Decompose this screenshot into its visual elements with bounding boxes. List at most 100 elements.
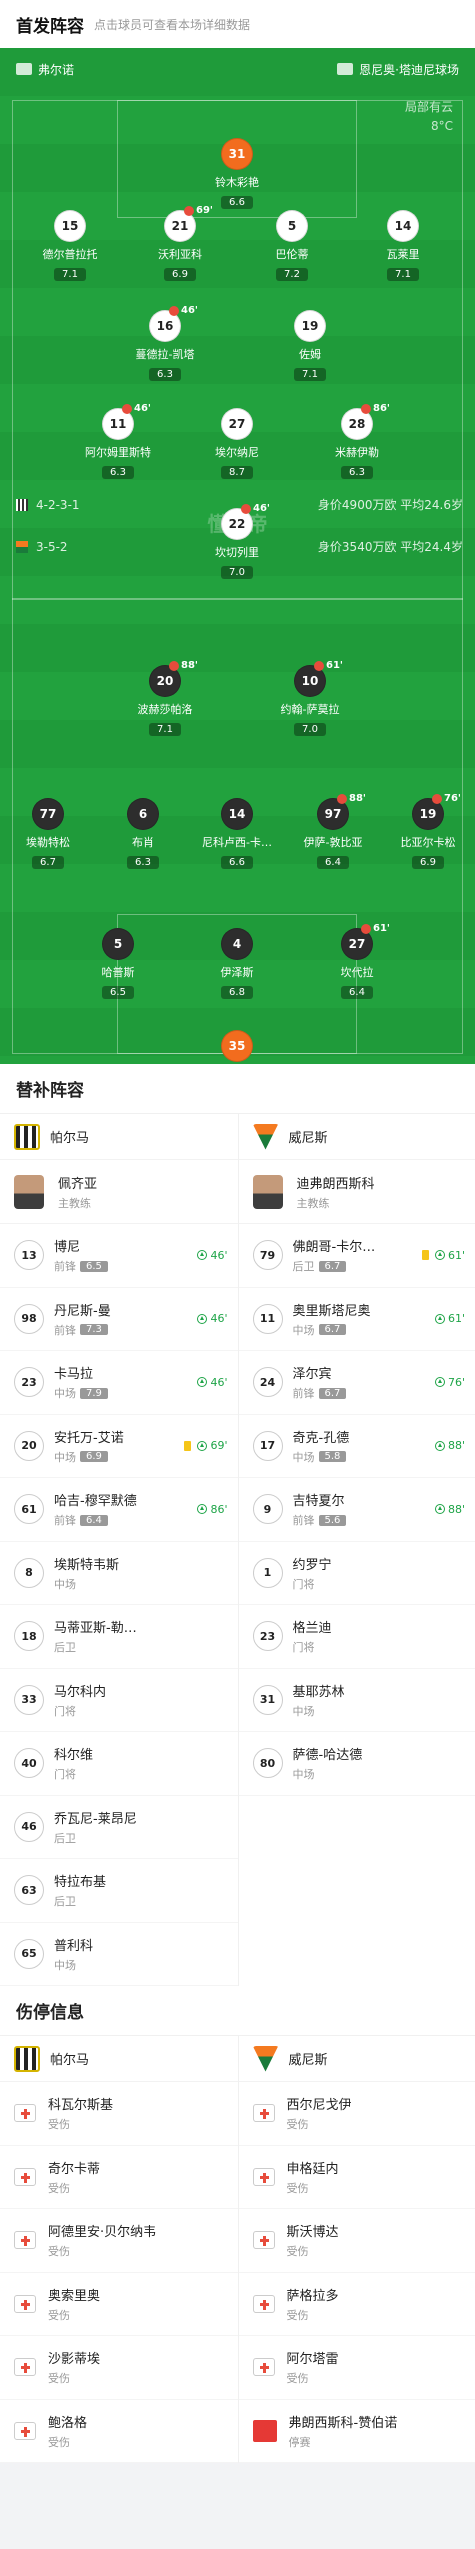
home-player-1[interactable]: 15 德尔普拉托 7.1 [15, 210, 125, 281]
home-coach[interactable]: 佩齐亚 主教练 [0, 1160, 238, 1224]
sub-player-meta: 后卫 6.7 [293, 1258, 422, 1274]
sub-player-row[interactable]: 23 格兰迪 门将 [238, 1605, 475, 1669]
venezia-mini-crest-icon [16, 541, 28, 553]
sub-player-info: 奇克-孔德 中场 5.8 [293, 1427, 435, 1465]
away-player-7[interactable]: 5 哈普斯 6.5 [63, 928, 173, 999]
away-player-0[interactable]: 20 88' 波赫莎帕洛 7.1 [110, 660, 220, 736]
sub-player-row[interactable]: 23 卡马拉 中场 7.9 46' [0, 1351, 238, 1415]
home-player-2[interactable]: 21 69' 沃利亚科 6.9 [125, 205, 235, 281]
player-number: 28 86' [341, 403, 390, 440]
sub-player-row[interactable]: 1 约罗宁 门将 [238, 1542, 475, 1605]
sub-player-name: 博尼 [54, 1240, 81, 1256]
injury-row[interactable]: 阿尔塔雷 受伤 [238, 2336, 475, 2400]
away-player-6[interactable]: 19 76' 比亚尔卡松 6.9 [373, 793, 475, 869]
home-player-0[interactable]: 31 铃木彩艳 6.6 [182, 138, 292, 209]
player-number: 35 [221, 1030, 253, 1062]
sub-player-number: 65 [14, 1938, 44, 1969]
sub-off-badge: 88' [169, 660, 198, 671]
away-player-5[interactable]: 97 88' 伊萨-敦比亚 6.4 [278, 793, 388, 869]
sub-player-position: 门将 [54, 1704, 76, 1718]
injury-row[interactable]: 奥索里奥 受伤 [0, 2273, 238, 2336]
sub-player-score: 5.6 [318, 1514, 347, 1526]
sub-player-name: 特拉布基 [54, 1875, 107, 1891]
sub-player-score: 6.7 [318, 1260, 347, 1272]
sub-time: 46' [253, 503, 270, 514]
injury-row[interactable]: 斯沃博达 受伤 [238, 2209, 475, 2273]
sub-player-row[interactable]: 65 普利科 中场 [0, 1923, 238, 1986]
home-player-6[interactable]: 19 佐姆 7.1 [255, 310, 365, 381]
home-player-10[interactable]: 22 46' 坎切列里 7.0 [182, 503, 292, 579]
home-player-5[interactable]: 16 46' 蔓德拉-凯塔 6.3 [110, 305, 220, 381]
sub-in-icon [197, 1504, 208, 1515]
lineup-title: 首发阵容 [16, 16, 84, 37]
sub-player-row[interactable]: 31 基耶苏林 中场 [238, 1669, 475, 1732]
sub-player-row[interactable]: 18 马蒂亚斯-勒… 后卫 [0, 1605, 238, 1669]
sub-player-row[interactable]: 17 奇克-孔德 中场 5.8 88' [238, 1415, 475, 1478]
injury-row[interactable]: 科瓦尔斯基 受伤 [0, 2082, 238, 2146]
sub-off-badge: 61' [314, 660, 343, 671]
sub-out-icon [241, 503, 252, 514]
sub-player-row[interactable]: 8 埃斯特韦斯 中场 [0, 1542, 238, 1605]
sub-out-icon [337, 793, 348, 804]
injury-info: 萨格拉多 受伤 [287, 2285, 339, 2323]
player-rating: 6.8 [221, 986, 253, 999]
sub-player-row[interactable]: 79 佛朗哥-卡尔… 后卫 6.7 61' [238, 1224, 475, 1288]
player-number: 20 88' [149, 660, 198, 697]
away-player-4[interactable]: 14 尼科卢西-卡… 6.6 [182, 798, 292, 869]
sub-player-name: 乔瓦尼-莱昂尼 [54, 1811, 137, 1827]
injury-row[interactable]: 阿德里安·贝尔纳韦 受伤 [0, 2209, 238, 2273]
sub-out-icon [361, 403, 372, 414]
away-player-1[interactable]: 10 61' 约翰-萨莫拉 7.0 [255, 660, 365, 736]
away-player-10[interactable]: 35菲利普·斯坦…8.4 [182, 1030, 292, 1064]
sub-player-row[interactable]: 20 安托万-艾诺 中场 6.9 69' [0, 1415, 238, 1478]
injury-row[interactable]: 沙影蒂埃 受伤 [0, 2336, 238, 2400]
lineup-hint: 点击球员可查看本场详细数据 [94, 17, 251, 32]
injury-row[interactable]: 申格廷内 受伤 [238, 2146, 475, 2209]
home-player-4[interactable]: 14 瓦莱里 7.1 [348, 210, 458, 281]
injury-row[interactable]: 萨格拉多 受伤 [238, 2273, 475, 2336]
away-coach[interactable]: 迪弗朗西斯科 主教练 [238, 1160, 475, 1224]
sub-time: 46' [181, 305, 198, 316]
sub-player-row[interactable]: 13 博尼 前锋 6.5 46' [0, 1224, 238, 1288]
sub-off-badge: 46' [169, 305, 198, 316]
sub-player-row[interactable]: 46 乔瓦尼-莱昂尼 后卫 [0, 1796, 238, 1859]
sub-player-score: 5.8 [318, 1451, 347, 1463]
parma-crest-icon [14, 2045, 40, 2072]
home-player-9[interactable]: 28 86' 米赫伊勒 6.3 [302, 403, 412, 479]
sub-player-name: 丹尼斯-曼 [54, 1303, 111, 1319]
halfway-line [12, 598, 463, 600]
injury-player-name: 西尔尼戈伊 [286, 2098, 352, 2114]
sub-player-row[interactable]: 24 泽尔宾 前锋 6.7 76' [238, 1351, 475, 1415]
medical-kit-icon [14, 2358, 36, 2377]
sub-player-info: 博尼 前锋 6.5 [54, 1236, 197, 1274]
injury-row[interactable]: 西尔尼戈伊 受伤 [238, 2082, 475, 2146]
sub-player-name: 奥里斯塔尼奥 [292, 1303, 371, 1319]
medical-kit-icon [14, 2231, 36, 2250]
yellow-card-icon [184, 1440, 192, 1451]
sub-off-badge: 88' [337, 793, 366, 804]
sub-player-row[interactable]: 40 科尔维 门将 [0, 1732, 238, 1796]
sub-player-position: 后卫 [292, 1260, 315, 1274]
injury-row[interactable]: 奇尔卡蒂 受伤 [0, 2146, 238, 2209]
home-player-8[interactable]: 27 埃尔纳尼 8.7 [182, 408, 292, 479]
sub-in-time: 61' [434, 1249, 465, 1262]
sub-player-score: 7.3 [80, 1324, 108, 1336]
injury-row[interactable]: 弗朗西斯科-赞伯诺 停赛 [238, 2400, 475, 2463]
away-player-9[interactable]: 27 61' 坎代拉 6.4 [302, 923, 412, 999]
away-player-8[interactable]: 4 伊泽斯 6.8 [182, 928, 292, 999]
sub-player-row[interactable]: 9 吉特夏尔 前锋 5.6 88' [238, 1478, 475, 1542]
sub-in-time-label: 88' [447, 1439, 465, 1453]
sub-player-row[interactable]: 80 萨德-哈达德 中场 [238, 1732, 475, 1796]
home-player-7[interactable]: 11 46' 阿尔姆里斯特 6.3 [63, 403, 173, 479]
sub-player-row[interactable]: 11 奥里斯塔尼奥 中场 6.7 61' [238, 1288, 475, 1351]
injury-home-team-name: 帕尔马 [50, 2053, 90, 2068]
sub-player-row[interactable]: 63 特拉布基 后卫 [0, 1859, 238, 1923]
sub-player-row[interactable]: 98 丹尼斯-曼 前锋 7.3 46' [0, 1288, 238, 1351]
player-number: 5 [102, 928, 134, 960]
home-player-3[interactable]: 5 巴伦蒂 7.2 [237, 210, 347, 281]
injury-row[interactable]: 鲍洛格 受伤 [0, 2400, 238, 2463]
injury-info: 沙影蒂埃 受伤 [48, 2348, 100, 2386]
sub-player-row[interactable]: 33 马尔科内 门将 [0, 1669, 238, 1732]
sub-player-row[interactable]: 61 哈吉-穆罕默德 前锋 6.4 86' [0, 1478, 238, 1542]
player-number: 31 [221, 138, 253, 170]
